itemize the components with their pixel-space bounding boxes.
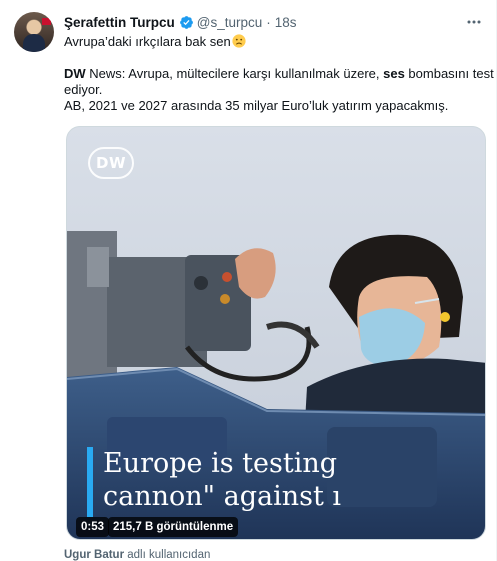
- tweet-header: Şerafettin Turpcu @s_turpcu · 18s: [64, 12, 297, 32]
- tweet-text-intro: Avrupa’daki ırkçılara bak sen: [64, 34, 246, 50]
- attribution-suffix: adlı kullanıcıdan: [124, 549, 211, 561]
- more-options-icon[interactable]: [466, 14, 482, 30]
- tweet-text-news-line1: DW News: Avrupa, mültecilere karşı kulla…: [64, 66, 494, 82]
- caption-line-2: cannon" against ı: [103, 481, 342, 512]
- tweet-text-news-line3: AB, 2021 ve 2027 arasında 35 milyar Euro…: [64, 98, 449, 113]
- avatar-flag: [42, 18, 51, 25]
- video-player[interactable]: DW Europe is testing cannon" against ı 0…: [66, 126, 486, 540]
- video-time-badge: 0:53: [76, 517, 110, 537]
- avatar[interactable]: [14, 12, 54, 52]
- news-line1-tail: bombasını test: [404, 66, 494, 81]
- verified-badge-icon: [179, 15, 194, 30]
- author-handle[interactable]: @s_turpcu: [197, 15, 262, 30]
- caption-accent-bar: [87, 447, 93, 517]
- news-line1-body: News: Avrupa, mültecilere karşı kullanıl…: [85, 66, 384, 81]
- news-source: DW: [64, 66, 86, 81]
- intro-text: Avrupa’daki ırkçılara bak sen: [64, 34, 231, 49]
- video-caption: Europe is testing cannon" against ı: [103, 447, 341, 513]
- tweet-text-news-line2: ediyor.: [64, 82, 103, 97]
- news-highlight: ses: [383, 66, 405, 81]
- dw-logo: DW: [88, 147, 134, 179]
- frowning-face-icon: [232, 34, 246, 48]
- author-name[interactable]: Şerafettin Turpcu: [64, 15, 175, 30]
- caption-line-1: Europe is testing: [103, 448, 338, 479]
- attribution-user[interactable]: Ugur Batur: [64, 549, 124, 561]
- avatar-figure: [23, 34, 45, 52]
- video-attribution: Ugur Batur adlı kullanıcıdan: [64, 549, 210, 561]
- header-separator: ·: [266, 14, 271, 30]
- tweet-timestamp[interactable]: 18s: [275, 15, 297, 30]
- tweet-card[interactable]: Şerafettin Turpcu @s_turpcu · 18s Avrupa…: [0, 0, 497, 561]
- video-views-badge: 215,7 B görüntülenme: [108, 517, 239, 537]
